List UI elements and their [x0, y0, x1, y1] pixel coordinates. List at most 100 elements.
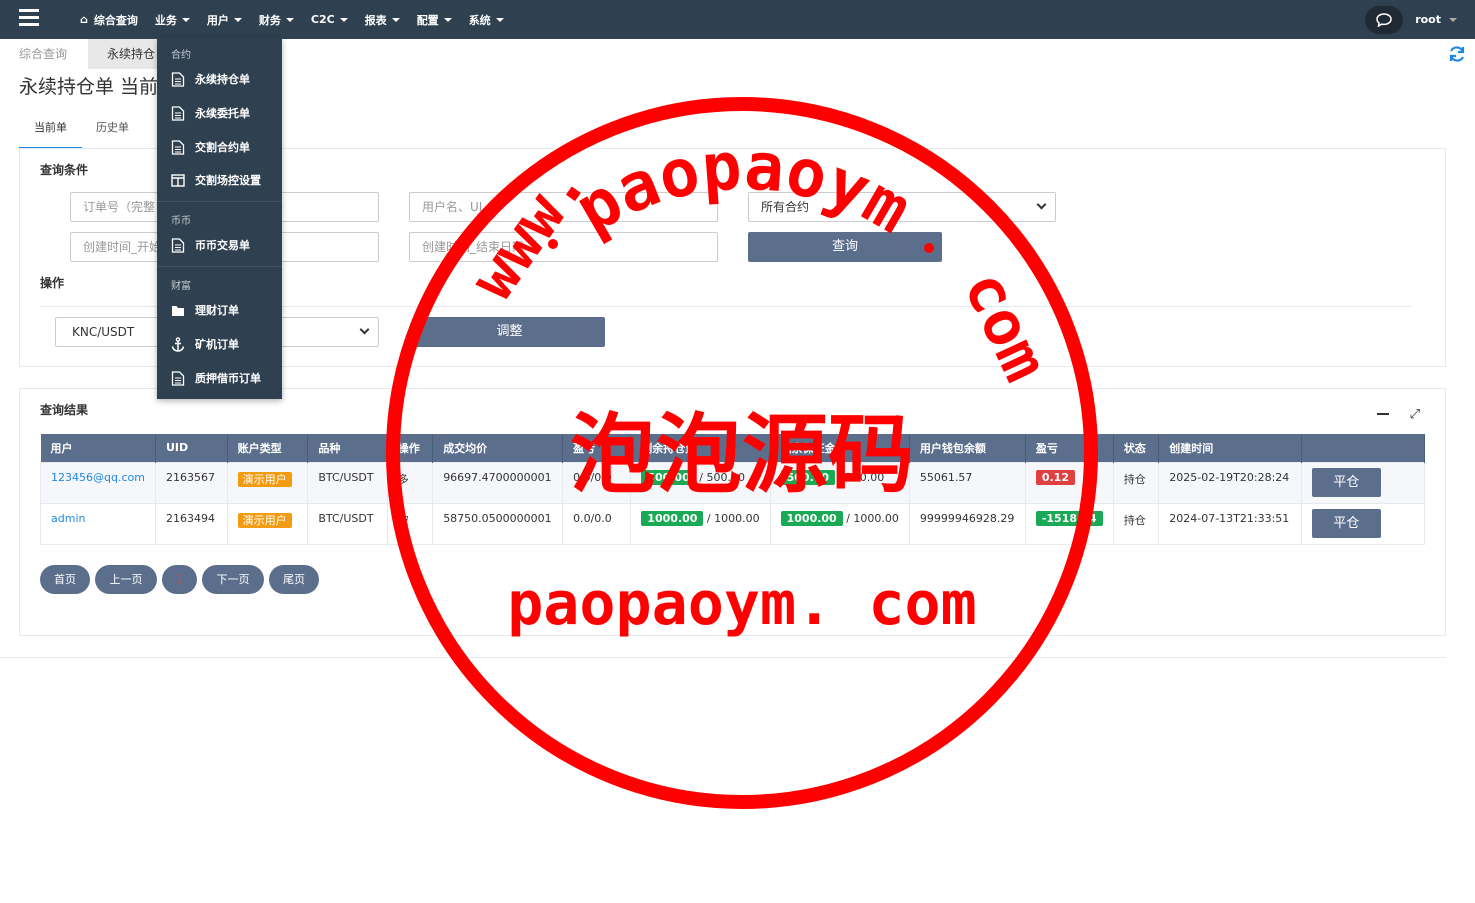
- nav-item-users[interactable]: 用户: [207, 12, 242, 28]
- last-page-button[interactable]: 尾页: [269, 565, 319, 594]
- page-tab-perpetual[interactable]: 永续持仓: [88, 39, 158, 69]
- contract-select[interactable]: 所有合约: [748, 192, 1056, 222]
- menu-item-label: 交割场控设置: [195, 174, 261, 187]
- query-button[interactable]: 查询: [748, 232, 942, 262]
- menu-item-miner-orders[interactable]: 矿机订单: [171, 336, 239, 352]
- cell-symbol: BTC/USDT: [307, 502, 388, 545]
- chevron-down-icon: [1036, 199, 1047, 210]
- document-icon: [171, 105, 185, 121]
- cell-wallet: 55061.57: [908, 461, 1026, 504]
- cell-pnl-ratio: 0.0/0.0: [562, 461, 632, 504]
- menu-item-perpetual-positions[interactable]: 永续持仓单: [171, 71, 250, 87]
- main-nav: ⌂ 综合查询 业务 用户 财务 C2C 报表 配置 系统: [80, 0, 521, 39]
- cell-action: 空: [386, 502, 434, 545]
- prev-page-button[interactable]: 上一页: [95, 565, 157, 594]
- caret-down-icon: [443, 17, 452, 22]
- nav-item-overview[interactable]: ⌂ 综合查询: [80, 12, 138, 28]
- account-type-badge: 演示用户: [237, 471, 292, 487]
- nav-item-config[interactable]: 配置: [417, 12, 452, 28]
- end-time-input[interactable]: 创建时间_结束日期: [409, 232, 718, 262]
- user-link[interactable]: 123456@qq.com: [51, 471, 145, 484]
- cell-pnl: 0.12: [1024, 461, 1114, 504]
- dropdown-divider: [157, 266, 282, 267]
- nav-item-business[interactable]: 业务: [155, 12, 190, 28]
- cell-uid: 2163494: [154, 502, 228, 545]
- cell-remain-qty: 1000.00 / 1000.00: [630, 502, 771, 545]
- document-icon: [171, 237, 185, 253]
- folder-icon: [172, 305, 184, 316]
- cell-remain-margin: 1000.00 / 1000.00: [769, 502, 910, 545]
- cell-avg-price: 58750.0500000001: [432, 502, 564, 545]
- caret-down-icon: [285, 17, 294, 22]
- menu-item-finance-orders[interactable]: 理财订单: [171, 302, 239, 318]
- pagination: 首页 上一页 1 下一页 尾页: [40, 565, 324, 594]
- nav-item-system[interactable]: 系统: [469, 12, 504, 28]
- user-link[interactable]: admin: [51, 512, 85, 525]
- column-header: 状态: [1113, 434, 1160, 462]
- remain-margin-badge: 1000.00: [780, 510, 843, 526]
- pnl-badge: 0.12: [1035, 469, 1075, 485]
- cell-status: 持仓: [1112, 461, 1160, 504]
- menu-item-delivery-contracts[interactable]: 交割合约单: [171, 139, 250, 155]
- query-panel-title: 查询条件: [40, 163, 89, 177]
- nav-item-reports[interactable]: 报表: [365, 12, 400, 28]
- chat-button[interactable]: [1365, 5, 1404, 34]
- column-header: [1301, 434, 1426, 462]
- remain-qty-total: / 1000.00: [706, 511, 760, 525]
- close-position-button[interactable]: 平仓: [1311, 467, 1381, 497]
- table-header-row: 用户 UID 账户类型 品种 操作 成交均价 盈亏 剩余持仓量 剩余保证金 用户…: [40, 434, 1426, 462]
- nav-item-c2c[interactable]: C2C: [311, 13, 348, 26]
- results-panel: 查询结果 ⤢ 用户 UID 账户类型 品种 操作 成交均价 盈亏 剩余持仓量 剩…: [19, 388, 1446, 636]
- cell-remain-qty: 500.00 / 500.00: [630, 461, 771, 504]
- menu-item-pledge-orders[interactable]: 质押借币订单: [171, 370, 261, 386]
- column-header: UID: [155, 434, 228, 462]
- cell-account-type: 演示用户: [226, 502, 309, 545]
- next-page-button[interactable]: 下一页: [202, 565, 264, 594]
- table-row: 123456@qq.com 2163567 演示用户 BTC/USDT 多 96…: [40, 461, 1426, 504]
- cell-action: 多: [386, 461, 434, 504]
- cell-user: 123456@qq.com: [40, 461, 156, 504]
- chat-icon: [1376, 12, 1392, 27]
- menu-item-delivery-control[interactable]: 交割场控设置: [171, 172, 261, 188]
- menu-item-perpetual-orders[interactable]: 永续委托单: [171, 105, 250, 121]
- nav-item-finance[interactable]: 财务: [259, 12, 294, 28]
- column-header: 创建时间: [1158, 434, 1302, 462]
- dropdown-section-spot: 币币: [171, 216, 191, 227]
- results-panel-title: 查询结果: [40, 403, 89, 417]
- collapse-icon[interactable]: [1377, 413, 1389, 415]
- close-position-button[interactable]: 平仓: [1311, 508, 1381, 538]
- chevron-down-icon: [359, 324, 370, 335]
- menu-item-label: 永续委托单: [195, 107, 250, 120]
- remain-margin-total: / 500.00: [838, 470, 885, 484]
- columns-icon: [171, 173, 185, 187]
- expand-icon[interactable]: ⤢: [1410, 407, 1420, 422]
- caret-down-icon[interactable]: [1449, 17, 1457, 22]
- column-header: 盈亏: [1025, 434, 1114, 462]
- menu-item-label: 交割合约单: [195, 141, 250, 154]
- pnl-badge: -1518.14: [1035, 510, 1103, 526]
- first-page-button[interactable]: 首页: [40, 565, 90, 594]
- remain-margin-total: / 1000.00: [846, 511, 899, 525]
- footer-divider: [0, 657, 1446, 658]
- current-page-button[interactable]: 1: [162, 565, 197, 594]
- user-menu-name[interactable]: root: [1415, 13, 1441, 26]
- document-icon: [171, 370, 185, 386]
- cell-pnl: -1518.14: [1024, 502, 1114, 545]
- caret-down-icon: [339, 17, 348, 22]
- cell-account-type: 演示用户: [226, 461, 309, 504]
- tab-history[interactable]: 历史单: [96, 113, 129, 149]
- menu-item-label: 理财订单: [195, 304, 239, 317]
- remain-qty-total: / 500.00: [699, 470, 745, 484]
- tab-current[interactable]: 当前单: [19, 113, 82, 149]
- column-header: 用户钱包余额: [909, 434, 1026, 462]
- username-input[interactable]: 用户名、UI: [409, 192, 718, 222]
- column-header: 盈亏: [562, 434, 632, 462]
- refresh-icon[interactable]: [1448, 45, 1466, 63]
- menu-toggle-icon[interactable]: [19, 9, 39, 27]
- account-type-badge: 演示用户: [237, 512, 292, 528]
- remain-qty-badge: 1000.00: [641, 510, 704, 526]
- menu-item-spot-orders[interactable]: 币币交易单: [171, 237, 250, 253]
- page-tab-overview[interactable]: 综合查询: [19, 39, 67, 69]
- adjust-button[interactable]: 调整: [414, 317, 605, 347]
- menu-item-label: 矿机订单: [195, 338, 239, 351]
